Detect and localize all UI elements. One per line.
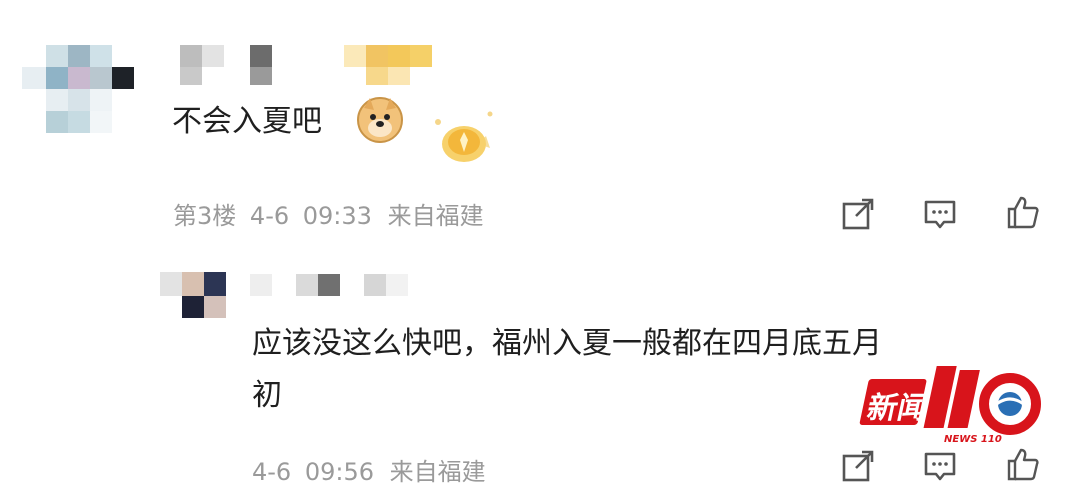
reply-avatar[interactable] bbox=[160, 272, 232, 322]
date: 4-6 bbox=[252, 458, 292, 486]
location: 来自福建 bbox=[387, 202, 484, 230]
comment-text: 不会入夏吧 bbox=[172, 104, 322, 139]
share-icon bbox=[842, 450, 874, 482]
reply-username-obscured[interactable] bbox=[250, 274, 420, 298]
comment-badge-decoration bbox=[420, 100, 500, 170]
like-button[interactable] bbox=[1003, 444, 1043, 484]
reply-meta: 4-6 09:56 来自福建 bbox=[252, 452, 486, 487]
share-icon bbox=[842, 198, 874, 230]
watermark-subtext: NEWS 110 bbox=[944, 434, 1002, 445]
news110-watermark-logo: 新闻 NEWS 110 bbox=[852, 360, 1052, 446]
reply-button[interactable] bbox=[920, 194, 960, 234]
location: 来自福建 bbox=[389, 458, 486, 486]
time: 09:33 bbox=[302, 202, 372, 230]
avatar[interactable] bbox=[22, 45, 138, 137]
share-button[interactable] bbox=[838, 446, 878, 486]
share-button[interactable] bbox=[838, 194, 878, 234]
thumbs-up-icon bbox=[1007, 448, 1039, 481]
comment-icon bbox=[924, 452, 956, 481]
comment-meta: 第3楼 4-6 09:33 来自福建 bbox=[173, 196, 484, 231]
reply-text: 应该没这么快吧，福州入夏一般都在四月底五月 初 bbox=[252, 326, 882, 413]
date: 4-6 bbox=[249, 202, 290, 230]
watermark-chars: 新闻 bbox=[864, 391, 931, 426]
thumbs-up-icon bbox=[1007, 196, 1039, 229]
reply-button[interactable] bbox=[920, 446, 960, 486]
time: 09:56 bbox=[304, 458, 375, 486]
username-obscured[interactable] bbox=[180, 45, 480, 89]
like-button[interactable] bbox=[1003, 192, 1043, 232]
floor-label: 第3楼 bbox=[173, 202, 237, 230]
doge-emoji bbox=[356, 96, 404, 144]
comment-icon bbox=[924, 200, 956, 229]
